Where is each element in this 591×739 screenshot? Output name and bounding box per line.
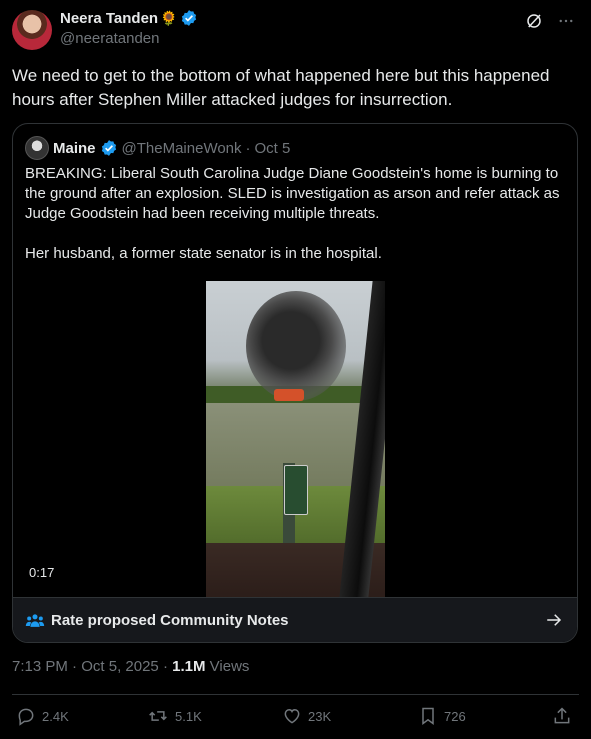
sunflower-emoji: 🌻 (160, 9, 178, 26)
quoted-separator: · (245, 139, 251, 157)
tweet-time[interactable]: 7:13 PM (12, 658, 68, 675)
action-bar: 2.4K 5.1K 23K 726 (16, 706, 576, 732)
quoted-name[interactable]: Maine (53, 140, 96, 157)
community-notes-bar[interactable]: Rate proposed Community Notes (13, 597, 577, 642)
share-icon (552, 706, 572, 726)
tweet-text: We need to get to the bottom of what hap… (12, 66, 550, 109)
reply-count: 2.4K (42, 708, 69, 724)
tweet-date[interactable]: Oct 5, 2025 (81, 658, 159, 675)
community-notes-label[interactable]: Rate proposed Community Notes (51, 612, 289, 629)
author-handle[interactable]: @neeratanden (60, 30, 159, 47)
reply-button[interactable]: 2.4K (16, 706, 69, 726)
quoted-date[interactable]: Oct 5 (255, 140, 291, 157)
share-button[interactable] (552, 706, 572, 726)
author-avatar[interactable] (12, 10, 52, 50)
timestamp-dot-1: · (72, 658, 78, 675)
quoted-header: Maine @TheMaineWonk · Oct 5 (53, 139, 290, 157)
like-button[interactable]: 23K (282, 706, 331, 726)
quoted-tweet[interactable]: Maine @TheMaineWonk · Oct 5 BREAKING: Li… (12, 123, 578, 643)
like-icon (282, 706, 302, 726)
smoke-plume (246, 291, 346, 401)
sign (284, 465, 308, 515)
author-name[interactable]: Neera Tanden 🌻 (60, 9, 198, 27)
video-duration: 0:17 (29, 565, 55, 580)
repost-count: 5.1K (175, 708, 202, 724)
repost-button[interactable]: 5.1K (147, 706, 202, 726)
video-frame[interactable] (206, 281, 385, 597)
author-name-text[interactable]: Neera Tanden (60, 10, 158, 27)
quoted-body: BREAKING: Liberal South Carolina Judge D… (25, 164, 569, 284)
more-icon[interactable] (557, 12, 575, 30)
timestamp-dot-2: · (162, 658, 168, 675)
quoted-handle[interactable]: @TheMaineWonk (122, 140, 242, 157)
views-label: Views (209, 658, 250, 675)
fire (274, 389, 304, 401)
bookmark-icon (418, 706, 438, 726)
quoted-paragraph-1: BREAKING: Liberal South Carolina Judge D… (25, 165, 560, 222)
views-count[interactable]: 1.1M (172, 658, 205, 675)
like-count: 23K (308, 708, 332, 724)
arrow-right-icon[interactable] (545, 611, 563, 629)
verified-icon (180, 9, 198, 27)
bookmark-count: 726 (444, 708, 466, 724)
tweet-timestamp: 7:13 PM · Oct 5, 2025 · 1.1M Views (12, 658, 249, 675)
quoted-paragraph-2: Her husband, a former state senator is i… (25, 245, 382, 262)
quoted-verified-icon (100, 139, 118, 157)
reply-icon (16, 706, 36, 726)
divider (12, 694, 579, 695)
header-actions (525, 12, 575, 30)
video-player[interactable]: 0:17 (13, 281, 577, 597)
grok-icon[interactable] (525, 12, 543, 30)
repost-icon (147, 706, 169, 726)
quoted-avatar[interactable] (25, 136, 49, 160)
bookmark-button[interactable]: 726 (418, 706, 466, 726)
people-icon (25, 611, 45, 631)
